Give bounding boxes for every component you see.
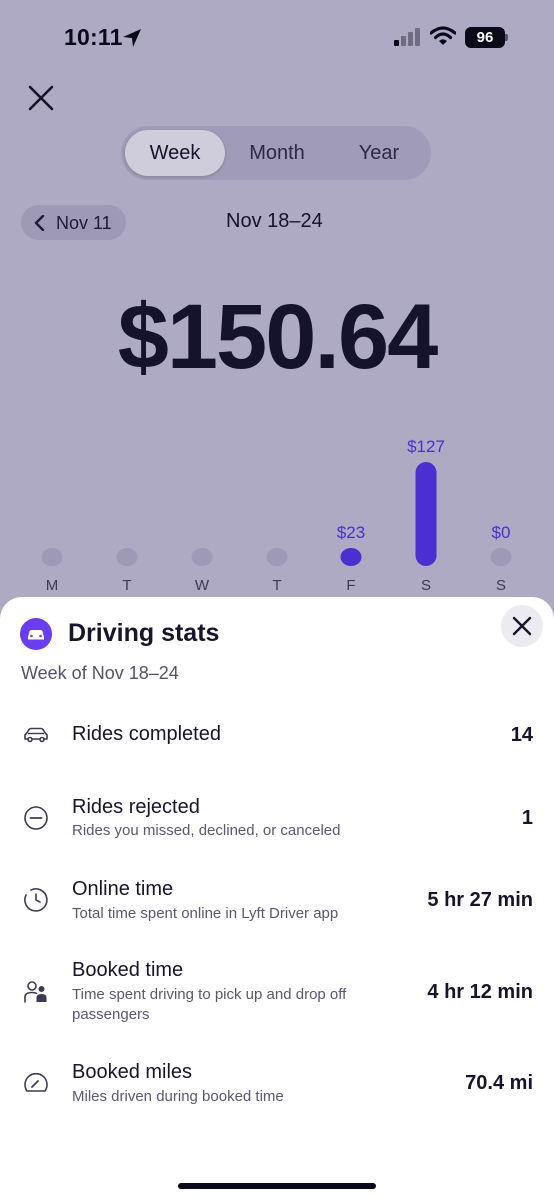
close-icon[interactable]: [27, 84, 55, 112]
chart-value-label-6: $127: [407, 437, 445, 456]
chart-day-label-6: S: [421, 577, 431, 594]
stat-desc-online-time: Total time spent online in Lyft Driver a…: [72, 905, 339, 922]
stat-value-online-time: 5 hr 27 min: [427, 889, 533, 911]
stat-label-online-time: Online time: [72, 878, 174, 900]
total-earnings: $150.64: [117, 286, 439, 388]
tab-week[interactable]: Week: [125, 130, 225, 176]
home-indicator[interactable]: [178, 1183, 376, 1189]
battery-indicator: 96: [465, 27, 505, 48]
chart-day-label-7: S: [496, 577, 506, 594]
driving-stats-sheet: Driving stats Week of Nov 18–24 Rides co…: [0, 597, 554, 1200]
chart-bar-4[interactable]: [266, 548, 288, 566]
status-time: 10:11: [64, 24, 123, 50]
wifi-icon: [430, 26, 456, 45]
stat-desc-rides-rejected: Rides you missed, declined, or canceled: [72, 822, 341, 839]
chart-bar-7[interactable]: [490, 548, 512, 566]
chevron-left-icon: [34, 215, 45, 231]
chart-bar-1[interactable]: [41, 548, 63, 566]
battery-cap: [505, 34, 508, 41]
chart-day-label-4: T: [272, 577, 281, 594]
stat-label-rides-completed: Rides completed: [72, 723, 221, 745]
stat-label-rides-rejected: Rides rejected: [72, 796, 200, 818]
speedometer-icon: [24, 1072, 48, 1092]
chart-bar-6[interactable]: [415, 462, 437, 566]
chart-bar-5[interactable]: [340, 548, 362, 566]
clock-icon: [24, 888, 48, 912]
close-icon: [512, 616, 532, 636]
status-bar: 10:11 96: [0, 0, 554, 70]
sheet-title: Driving stats: [68, 619, 220, 647]
chart-bar-3[interactable]: [191, 548, 213, 566]
stat-value-rides-rejected: 1: [521, 807, 533, 829]
chart-value-label-7: $0: [492, 523, 511, 542]
cellular-signal-icon: [394, 28, 420, 46]
sheet-close-button[interactable]: [501, 605, 543, 647]
stat-desc-booked-time: Time spent driving to pick up and drop o…: [72, 986, 347, 1023]
previous-week-label: Nov 11: [56, 213, 112, 233]
stat-label-booked-time: Booked time: [72, 959, 184, 981]
car-badge-icon: [20, 618, 52, 650]
battery-level: 96: [476, 29, 494, 46]
passengers-icon: [24, 981, 47, 1003]
stat-value-booked-time: 4 hr 12 min: [427, 981, 533, 1003]
location-arrow-icon: [123, 29, 141, 47]
current-date-range: Nov 18–24: [226, 210, 323, 232]
car-icon: [24, 727, 48, 743]
period-selector: Week Month Year: [121, 126, 431, 180]
minus-circle-icon: [24, 806, 48, 830]
chart-bar-2[interactable]: [116, 548, 138, 566]
tab-year[interactable]: Year: [329, 130, 429, 176]
stat-desc-booked-miles: Miles driven during booked time: [72, 1088, 284, 1105]
stat-label-booked-miles: Booked miles: [72, 1061, 193, 1083]
tab-month[interactable]: Month: [227, 130, 327, 176]
chart-value-label-5: $23: [337, 523, 365, 542]
stat-value-rides-completed: 14: [510, 724, 533, 746]
stat-value-booked-miles: 70.4 mi: [465, 1072, 533, 1094]
chart-day-label-2: T: [122, 577, 131, 594]
previous-week-button[interactable]: Nov 11: [21, 205, 126, 240]
daily-earnings-chart: M T W T $23 F $127 S $0 S: [41, 437, 512, 594]
chart-day-label-3: W: [195, 577, 210, 594]
sheet-subtitle: Week of Nov 18–24: [21, 663, 179, 683]
chart-day-label-5: F: [346, 577, 355, 594]
chart-day-label-1: M: [46, 577, 59, 594]
